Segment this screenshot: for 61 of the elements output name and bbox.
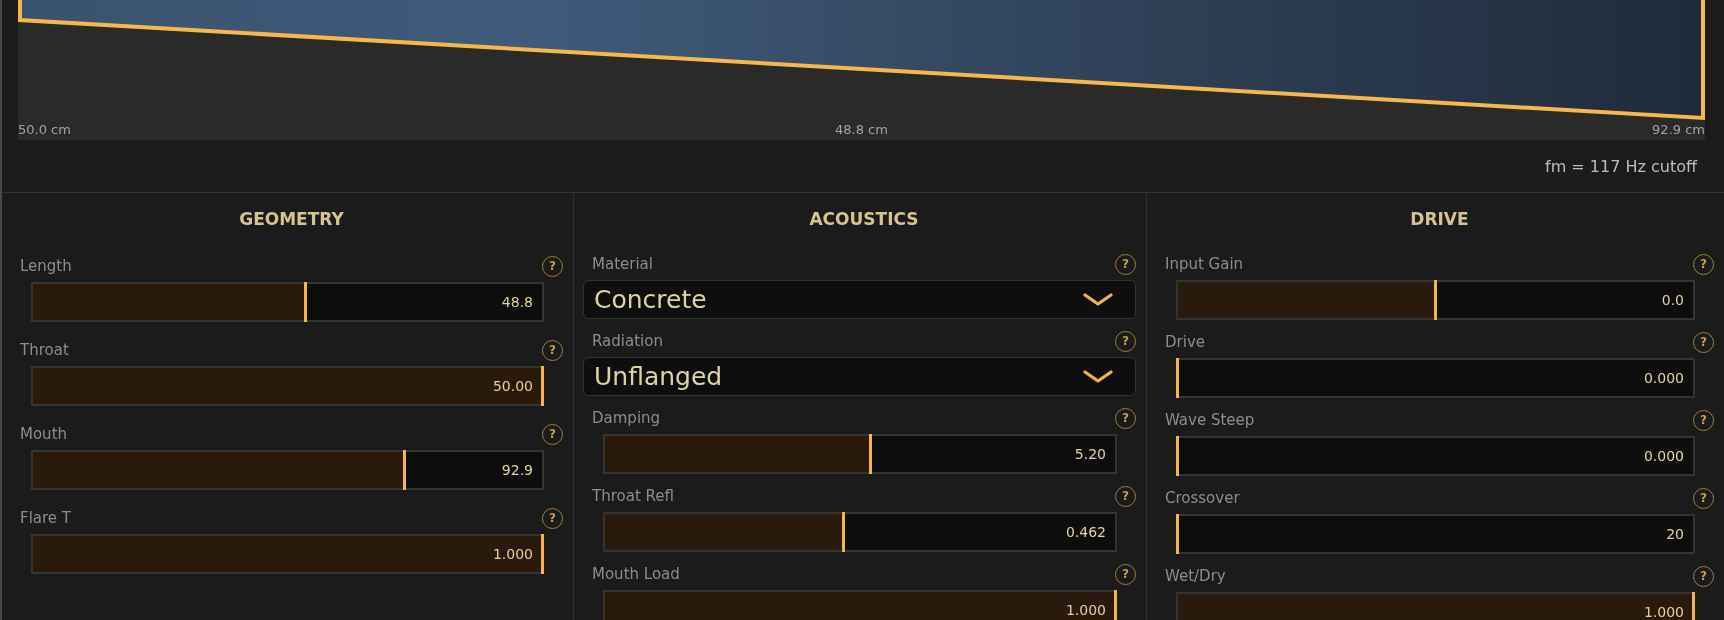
- dropdown-select[interactable]: Concrete: [583, 280, 1136, 319]
- slider-value: 1.000: [492, 547, 533, 561]
- control-label: Wave Steep: [1165, 411, 1255, 429]
- slider-thumb[interactable]: [1176, 436, 1179, 476]
- slider-thumb[interactable]: [1692, 592, 1695, 620]
- slider-track[interactable]: 0.000: [1176, 436, 1695, 476]
- section-title: ACOUSTICS: [808, 208, 920, 231]
- slider-thumb[interactable]: [304, 282, 308, 322]
- section-title: GEOMETRY: [238, 208, 345, 231]
- scale-label: 92.9 cm: [1652, 122, 1705, 138]
- slider-thumb[interactable]: [541, 534, 544, 574]
- slider-value: 1.000: [1643, 605, 1684, 619]
- control-label: Throat Refl: [592, 487, 674, 505]
- slider-thumb[interactable]: [842, 512, 846, 552]
- slider-thumb[interactable]: [541, 366, 544, 406]
- control-label: Wet/Dry: [1165, 567, 1226, 585]
- control-label: Material: [592, 255, 653, 273]
- slider-track[interactable]: 0.000: [1176, 358, 1695, 398]
- chevron-down-icon: [1083, 370, 1113, 383]
- slider-value: 20: [1666, 527, 1684, 541]
- slider-thumb[interactable]: [869, 434, 873, 474]
- slider-track[interactable]: 48.8: [31, 282, 544, 322]
- slider-value: 5.20: [1074, 447, 1106, 461]
- slider-track[interactable]: 1.000: [31, 534, 544, 574]
- slider-track[interactable]: 1.000: [1176, 592, 1695, 620]
- slider-value: 0.462: [1065, 525, 1106, 539]
- scale-label: 50.0 cm: [18, 122, 71, 138]
- control-label: Radiation: [592, 332, 663, 350]
- slider-track[interactable]: 20: [1176, 514, 1695, 554]
- slider-thumb[interactable]: [402, 450, 406, 490]
- control-label: Input Gain: [1165, 255, 1244, 273]
- scale-label: 48.8 cm: [835, 122, 888, 138]
- slider-thumb[interactable]: [1434, 280, 1437, 320]
- slider-value: 0.000: [1643, 449, 1684, 463]
- slider-value: 1.000: [1065, 603, 1106, 617]
- slider-track[interactable]: 0.462: [603, 512, 1117, 552]
- control-label: Mouth: [20, 425, 67, 443]
- slider-track[interactable]: 1.000: [603, 590, 1117, 620]
- control-label: Crossover: [1165, 489, 1240, 507]
- slider-thumb[interactable]: [1176, 358, 1179, 398]
- slider-track[interactable]: 50.00: [31, 366, 544, 406]
- slider-value: 48.8: [501, 295, 533, 309]
- control-label: Mouth Load: [592, 565, 680, 583]
- chevron-down-icon: [1083, 293, 1113, 306]
- control-label: Damping: [592, 409, 661, 427]
- slider-thumb[interactable]: [1114, 590, 1117, 620]
- slider-track[interactable]: 5.20: [603, 434, 1117, 474]
- section-title: DRIVE: [1409, 208, 1470, 231]
- slider-value: 0.0: [1661, 293, 1684, 307]
- dropdown-select[interactable]: Unflanged: [583, 357, 1136, 396]
- control-label: Length: [20, 257, 72, 275]
- slider-track[interactable]: 0.0: [1176, 280, 1695, 320]
- slider-value: 50.00: [492, 379, 533, 393]
- cutoff-readout: fm = 117 Hz cutoff: [1545, 156, 1697, 176]
- slider-value: 92.9: [501, 463, 533, 477]
- control-label: Drive: [1165, 333, 1205, 351]
- slider-track[interactable]: 92.9: [31, 450, 544, 490]
- slider-value: 0.000: [1643, 371, 1684, 385]
- control-label: Throat: [20, 341, 69, 359]
- slider-thumb[interactable]: [1176, 514, 1179, 554]
- control-label: Flare T: [20, 509, 71, 527]
